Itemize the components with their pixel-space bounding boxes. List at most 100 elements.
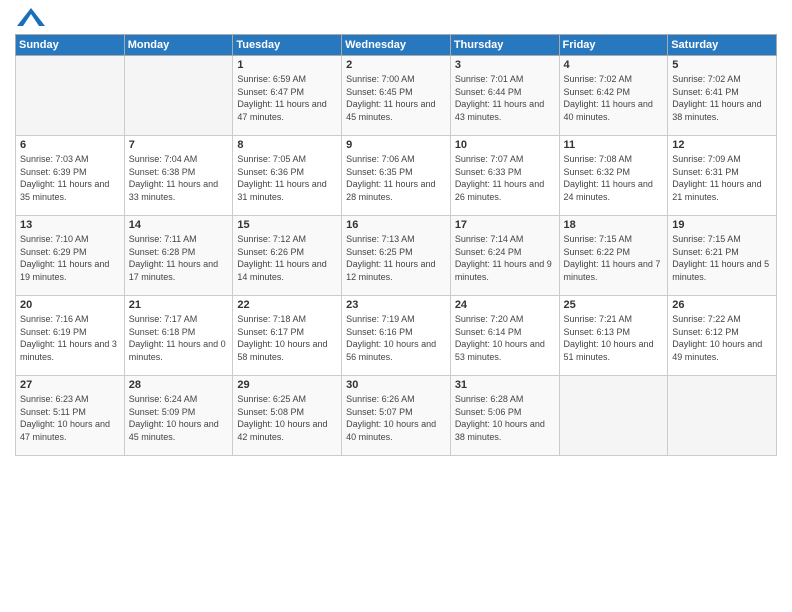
day-number: 16 bbox=[346, 219, 446, 231]
day-number: 19 bbox=[672, 219, 772, 231]
day-info: Sunrise: 7:07 AM Sunset: 6:33 PM Dayligh… bbox=[455, 153, 555, 203]
day-info: Sunrise: 7:09 AM Sunset: 6:31 PM Dayligh… bbox=[672, 153, 772, 203]
day-info: Sunrise: 6:28 AM Sunset: 5:06 PM Dayligh… bbox=[455, 393, 555, 443]
day-number: 15 bbox=[237, 219, 337, 231]
day-info: Sunrise: 7:16 AM Sunset: 6:19 PM Dayligh… bbox=[20, 313, 120, 363]
day-info: Sunrise: 6:25 AM Sunset: 5:08 PM Dayligh… bbox=[237, 393, 337, 443]
day-info: Sunrise: 7:02 AM Sunset: 6:42 PM Dayligh… bbox=[564, 73, 664, 123]
calendar-cell: 11Sunrise: 7:08 AM Sunset: 6:32 PM Dayli… bbox=[559, 136, 668, 216]
day-info: Sunrise: 7:22 AM Sunset: 6:12 PM Dayligh… bbox=[672, 313, 772, 363]
day-number: 1 bbox=[237, 59, 337, 71]
calendar-cell: 31 Sunrise: 6:28 AM Sunset: 5:06 PM Dayli… bbox=[450, 376, 559, 456]
day-number: 14 bbox=[129, 219, 229, 231]
day-number: 20 bbox=[20, 299, 120, 311]
calendar-week-row: 1 Sunrise: 6:59 AM Sunset: 6:47 PM Daylig… bbox=[16, 56, 777, 136]
day-info: Sunrise: 7:06 AM Sunset: 6:35 PM Dayligh… bbox=[346, 153, 446, 203]
weekday-header-row: SundayMondayTuesdayWednesdayThursdayFrid… bbox=[16, 35, 777, 56]
day-number: 22 bbox=[237, 299, 337, 311]
calendar-cell: 8 Sunrise: 7:05 AM Sunset: 6:36 PM Daylig… bbox=[233, 136, 342, 216]
calendar-cell: 28Sunrise: 6:24 AM Sunset: 5:09 PM Dayli… bbox=[124, 376, 233, 456]
calendar-cell: 13Sunrise: 7:10 AM Sunset: 6:29 PM Dayli… bbox=[16, 216, 125, 296]
day-info: Sunrise: 7:20 AM Sunset: 6:14 PM Dayligh… bbox=[455, 313, 555, 363]
day-info: Sunrise: 6:23 AM Sunset: 5:11 PM Dayligh… bbox=[20, 393, 120, 443]
logo bbox=[15, 10, 45, 26]
calendar-week-row: 27 Sunrise: 6:23 AM Sunset: 5:11 PM Dayli… bbox=[16, 376, 777, 456]
day-number: 31 bbox=[455, 379, 555, 391]
day-number: 12 bbox=[672, 139, 772, 151]
day-number: 5 bbox=[672, 59, 772, 71]
calendar-cell: 25Sunrise: 7:21 AM Sunset: 6:13 PM Dayli… bbox=[559, 296, 668, 376]
day-info: Sunrise: 7:01 AM Sunset: 6:44 PM Dayligh… bbox=[455, 73, 555, 123]
calendar-cell: 24 Sunrise: 7:20 AM Sunset: 6:14 PM Dayli… bbox=[450, 296, 559, 376]
calendar-cell: 22Sunrise: 7:18 AM Sunset: 6:17 PM Dayli… bbox=[233, 296, 342, 376]
calendar-cell: 6 Sunrise: 7:03 AM Sunset: 6:39 PM Daylig… bbox=[16, 136, 125, 216]
calendar-cell: 4Sunrise: 7:02 AM Sunset: 6:42 PM Daylig… bbox=[559, 56, 668, 136]
calendar-cell: 10 Sunrise: 7:07 AM Sunset: 6:33 PM Dayli… bbox=[450, 136, 559, 216]
day-number: 21 bbox=[129, 299, 229, 311]
day-info: Sunrise: 7:19 AM Sunset: 6:16 PM Dayligh… bbox=[346, 313, 446, 363]
weekday-header-friday: Friday bbox=[559, 35, 668, 56]
calendar-cell: 7Sunrise: 7:04 AM Sunset: 6:38 PM Daylig… bbox=[124, 136, 233, 216]
calendar-cell: 20 Sunrise: 7:16 AM Sunset: 6:19 PM Dayli… bbox=[16, 296, 125, 376]
calendar-cell: 5 Sunrise: 7:02 AM Sunset: 6:41 PM Daylig… bbox=[668, 56, 777, 136]
calendar-cell: 19 Sunrise: 7:15 AM Sunset: 6:21 PM Dayli… bbox=[668, 216, 777, 296]
calendar-cell bbox=[16, 56, 125, 136]
calendar-cell: 18 Sunrise: 7:15 AM Sunset: 6:22 PM Dayli… bbox=[559, 216, 668, 296]
day-number: 10 bbox=[455, 139, 555, 151]
weekday-header-tuesday: Tuesday bbox=[233, 35, 342, 56]
day-number: 17 bbox=[455, 219, 555, 231]
day-info: Sunrise: 7:12 AM Sunset: 6:26 PM Dayligh… bbox=[237, 233, 337, 283]
calendar-cell: 26Sunrise: 7:22 AM Sunset: 6:12 PM Dayli… bbox=[668, 296, 777, 376]
calendar-cell: 3 Sunrise: 7:01 AM Sunset: 6:44 PM Daylig… bbox=[450, 56, 559, 136]
logo-icon bbox=[17, 8, 45, 26]
calendar-cell: 30 Sunrise: 6:26 AM Sunset: 5:07 PM Dayli… bbox=[342, 376, 451, 456]
day-info: Sunrise: 7:04 AM Sunset: 6:38 PM Dayligh… bbox=[129, 153, 229, 203]
day-number: 6 bbox=[20, 139, 120, 151]
calendar-cell: 21 Sunrise: 7:17 AM Sunset: 6:18 PM Dayli… bbox=[124, 296, 233, 376]
day-number: 30 bbox=[346, 379, 446, 391]
day-info: Sunrise: 7:11 AM Sunset: 6:28 PM Dayligh… bbox=[129, 233, 229, 283]
weekday-header-thursday: Thursday bbox=[450, 35, 559, 56]
day-info: Sunrise: 6:59 AM Sunset: 6:47 PM Dayligh… bbox=[237, 73, 337, 123]
calendar-table: SundayMondayTuesdayWednesdayThursdayFrid… bbox=[15, 34, 777, 456]
day-info: Sunrise: 7:02 AM Sunset: 6:41 PM Dayligh… bbox=[672, 73, 772, 123]
day-number: 2 bbox=[346, 59, 446, 71]
day-info: Sunrise: 7:17 AM Sunset: 6:18 PM Dayligh… bbox=[129, 313, 229, 363]
calendar-cell: 14 Sunrise: 7:11 AM Sunset: 6:28 PM Dayli… bbox=[124, 216, 233, 296]
calendar-cell: 16 Sunrise: 7:13 AM Sunset: 6:25 PM Dayli… bbox=[342, 216, 451, 296]
calendar-cell bbox=[668, 376, 777, 456]
weekday-header-sunday: Sunday bbox=[16, 35, 125, 56]
header bbox=[15, 10, 777, 26]
weekday-header-wednesday: Wednesday bbox=[342, 35, 451, 56]
day-info: Sunrise: 7:15 AM Sunset: 6:22 PM Dayligh… bbox=[564, 233, 664, 283]
day-number: 3 bbox=[455, 59, 555, 71]
calendar-cell bbox=[559, 376, 668, 456]
day-number: 27 bbox=[20, 379, 120, 391]
day-number: 18 bbox=[564, 219, 664, 231]
weekday-header-saturday: Saturday bbox=[668, 35, 777, 56]
day-info: Sunrise: 7:14 AM Sunset: 6:24 PM Dayligh… bbox=[455, 233, 555, 283]
day-number: 29 bbox=[237, 379, 337, 391]
day-info: Sunrise: 6:26 AM Sunset: 5:07 PM Dayligh… bbox=[346, 393, 446, 443]
calendar-cell: 15 Sunrise: 7:12 AM Sunset: 6:26 PM Dayli… bbox=[233, 216, 342, 296]
day-info: Sunrise: 7:15 AM Sunset: 6:21 PM Dayligh… bbox=[672, 233, 772, 283]
day-number: 23 bbox=[346, 299, 446, 311]
calendar-week-row: 20 Sunrise: 7:16 AM Sunset: 6:19 PM Dayli… bbox=[16, 296, 777, 376]
calendar-cell: 9 Sunrise: 7:06 AM Sunset: 6:35 PM Daylig… bbox=[342, 136, 451, 216]
day-number: 28 bbox=[129, 379, 229, 391]
calendar-week-row: 6 Sunrise: 7:03 AM Sunset: 6:39 PM Daylig… bbox=[16, 136, 777, 216]
day-info: Sunrise: 7:00 AM Sunset: 6:45 PM Dayligh… bbox=[346, 73, 446, 123]
calendar-week-row: 13Sunrise: 7:10 AM Sunset: 6:29 PM Dayli… bbox=[16, 216, 777, 296]
calendar-cell: 2 Sunrise: 7:00 AM Sunset: 6:45 PM Daylig… bbox=[342, 56, 451, 136]
day-number: 9 bbox=[346, 139, 446, 151]
day-info: Sunrise: 7:03 AM Sunset: 6:39 PM Dayligh… bbox=[20, 153, 120, 203]
day-number: 24 bbox=[455, 299, 555, 311]
day-number: 25 bbox=[564, 299, 664, 311]
calendar-cell: 17 Sunrise: 7:14 AM Sunset: 6:24 PM Dayli… bbox=[450, 216, 559, 296]
calendar-cell bbox=[124, 56, 233, 136]
day-info: Sunrise: 7:13 AM Sunset: 6:25 PM Dayligh… bbox=[346, 233, 446, 283]
day-info: Sunrise: 7:05 AM Sunset: 6:36 PM Dayligh… bbox=[237, 153, 337, 203]
calendar-cell: 12 Sunrise: 7:09 AM Sunset: 6:31 PM Dayli… bbox=[668, 136, 777, 216]
day-info: Sunrise: 7:08 AM Sunset: 6:32 PM Dayligh… bbox=[564, 153, 664, 203]
day-number: 8 bbox=[237, 139, 337, 151]
